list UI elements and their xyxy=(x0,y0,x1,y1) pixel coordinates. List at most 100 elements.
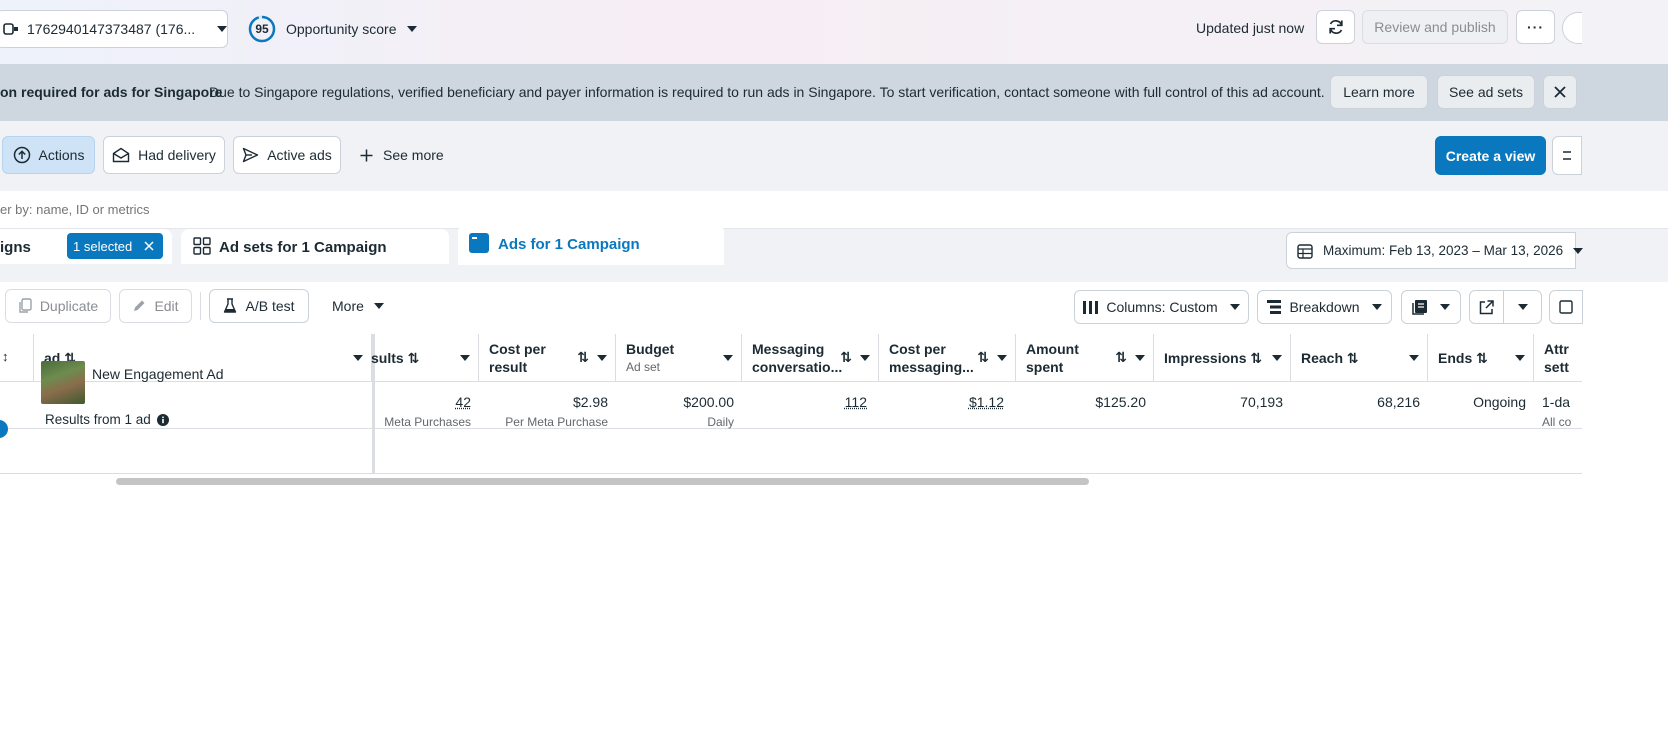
sort-icon[interactable]: ⇅ xyxy=(1250,350,1262,366)
column-header-impressions[interactable]: Impressions ⇅ xyxy=(1154,334,1291,382)
impressions-value: 70,193 xyxy=(1240,394,1283,410)
chevron-down-icon[interactable] xyxy=(1409,355,1419,361)
column-header-cost-per-result[interactable]: Cost per result ⇅ xyxy=(479,334,616,382)
export-button[interactable] xyxy=(1469,290,1504,324)
cell-impressions: 70,193 xyxy=(1154,382,1291,429)
date-range-picker[interactable]: Maximum: Feb 13, 2023 – Mar 13, 2026 xyxy=(1286,232,1576,269)
ad-name-link[interactable]: New Engagement Ad xyxy=(92,366,224,382)
more-actions-label: More xyxy=(332,298,364,314)
toolbar-divider xyxy=(200,292,201,320)
cell-amount-spent: $125.20 xyxy=(1016,382,1154,429)
avatar[interactable] xyxy=(1562,12,1582,44)
review-publish-button[interactable]: Review and publish xyxy=(1362,10,1508,44)
tab-ads[interactable]: Ads for 1 Campaign xyxy=(458,224,724,265)
chevron-down-icon[interactable] xyxy=(597,355,607,361)
sort-icon[interactable]: ⇅ xyxy=(1347,350,1359,366)
results-sub: Meta Purchases xyxy=(384,415,471,429)
chevron-down-icon[interactable] xyxy=(1135,355,1145,361)
column-header-messaging[interactable]: Messaging conversatio... ⇅ xyxy=(742,334,879,382)
chevron-down-icon[interactable] xyxy=(353,355,363,361)
banner-message: Due to Singapore regulations, verified b… xyxy=(209,84,1325,100)
had-delivery-filter-chip[interactable]: Had delivery xyxy=(103,136,225,174)
column-header-ends[interactable]: Ends ⇅ xyxy=(1428,334,1534,382)
account-selector[interactable]: 1762940147373487 (176... xyxy=(0,10,228,48)
chevron-down-icon[interactable] xyxy=(1272,355,1282,361)
image-icon xyxy=(1559,300,1573,314)
account-label: 1762940147373487 (176... xyxy=(27,21,195,37)
ad-thumbnail[interactable] xyxy=(41,696,85,738)
columns-button[interactable]: Columns: Custom xyxy=(1074,290,1249,324)
duplicate-button[interactable]: Duplicate xyxy=(5,289,111,323)
search-input[interactable] xyxy=(0,191,1668,228)
budget-value[interactable]: $200.00 xyxy=(683,394,734,410)
column-header-budget[interactable]: Budget Ad set xyxy=(616,334,742,382)
horizontal-scrollbar[interactable] xyxy=(116,478,1089,485)
cell-ends: Ongoing xyxy=(1428,382,1534,429)
reports-button[interactable] xyxy=(1401,290,1461,324)
sort-icon[interactable]: ⇅ xyxy=(977,349,989,366)
cost-per-result-sub: Per Meta Purchase xyxy=(505,415,608,429)
chevron-down-icon xyxy=(374,303,384,309)
chevron-down-icon[interactable] xyxy=(997,355,1007,361)
breakdown-button[interactable]: Breakdown xyxy=(1257,290,1392,324)
sort-icon[interactable]: ⇅ xyxy=(408,350,420,366)
learn-more-button[interactable]: Learn more xyxy=(1330,75,1428,109)
sort-icon[interactable]: ⇅ xyxy=(1476,350,1488,366)
column-header-results[interactable]: sults ⇅ xyxy=(375,334,479,382)
cost-per-result-value: $2.98 xyxy=(573,394,608,410)
messaging-value[interactable]: 112 xyxy=(845,394,867,410)
active-ads-filter-chip[interactable]: Active ads xyxy=(233,136,341,174)
column-header-amount-spent[interactable]: Amount spent ⇅ xyxy=(1016,334,1154,382)
cost-per-messaging-value[interactable]: $1.12 xyxy=(969,394,1004,410)
ends-value: Ongoing xyxy=(1473,394,1526,410)
cell-cost-per-result: $2.98 Per Meta Purchase xyxy=(479,382,616,429)
column-header-reach[interactable]: Reach ⇅ xyxy=(1291,334,1428,382)
create-view-button[interactable]: Create a view xyxy=(1435,136,1546,175)
tab-campaigns[interactable]: igns 1 selected xyxy=(0,229,172,264)
sort-icon[interactable]: ⇅ xyxy=(577,349,589,366)
edit-button[interactable]: Edit xyxy=(119,289,192,323)
verification-banner: on required for ads for Singapore Due to… xyxy=(0,64,1668,121)
columns-icon xyxy=(1083,301,1098,314)
column-header-amount-spent-label: Amount spent xyxy=(1026,340,1086,376)
sort-icon[interactable]: ⇅ xyxy=(1115,349,1127,366)
more-icon: ··· xyxy=(1527,19,1544,35)
export-menu-button[interactable] xyxy=(1503,290,1542,324)
more-actions-button[interactable]: More xyxy=(332,298,384,314)
grid-icon xyxy=(193,237,211,255)
ad-thumbnail[interactable] xyxy=(41,361,85,404)
edit-label: Edit xyxy=(154,298,178,314)
info-icon[interactable] xyxy=(157,414,169,426)
results-value[interactable]: 42 xyxy=(455,394,471,410)
tab-ad-sets[interactable]: Ad sets for 1 Campaign xyxy=(181,229,449,264)
sort-icon[interactable]: ↕ xyxy=(2,349,9,364)
column-header-cost-per-messaging[interactable]: Cost per messaging... ⇅ xyxy=(879,334,1016,382)
chevron-down-icon[interactable] xyxy=(460,355,470,361)
chevron-down-icon[interactable] xyxy=(860,355,870,361)
actions-filter-chip[interactable]: Actions xyxy=(2,136,95,174)
toolbar: Duplicate Edit A/B test More Columns: Cu… xyxy=(0,282,1668,334)
see-more-filters-button[interactable]: See more xyxy=(360,145,444,165)
opportunity-score[interactable]: 95 Opportunity score xyxy=(248,15,417,43)
duplicate-icon xyxy=(18,298,32,314)
selected-badge[interactable]: 1 selected xyxy=(67,233,163,259)
chevron-down-icon[interactable] xyxy=(1515,355,1525,361)
column-header-budget-label: Budget xyxy=(626,341,674,357)
clear-selection-icon[interactable] xyxy=(144,241,154,251)
close-banner-button[interactable] xyxy=(1543,75,1577,109)
column-header-attribution[interactable]: Attr sett xyxy=(1534,334,1582,382)
chart-button[interactable] xyxy=(1549,290,1583,324)
column-header-messaging-label: Messaging conversatio... xyxy=(752,340,840,376)
ad-icon xyxy=(469,233,489,253)
view-settings-button[interactable] xyxy=(1552,136,1582,175)
chevron-down-icon xyxy=(1440,304,1450,310)
refresh-button[interactable] xyxy=(1316,10,1355,44)
sort-icon[interactable]: ⇅ xyxy=(840,349,852,366)
more-options-button[interactable]: ··· xyxy=(1516,10,1555,44)
see-ad-sets-button[interactable]: See ad sets xyxy=(1437,75,1535,109)
ab-test-button[interactable]: A/B test xyxy=(209,289,309,323)
date-range-label: Maximum: Feb 13, 2023 – Mar 13, 2026 xyxy=(1323,243,1563,258)
column-header-cost-per-result-label: Cost per result xyxy=(489,340,559,376)
filter-bar: Actions Had delivery Active ads See more… xyxy=(0,121,1668,191)
chevron-down-icon[interactable] xyxy=(723,355,733,361)
